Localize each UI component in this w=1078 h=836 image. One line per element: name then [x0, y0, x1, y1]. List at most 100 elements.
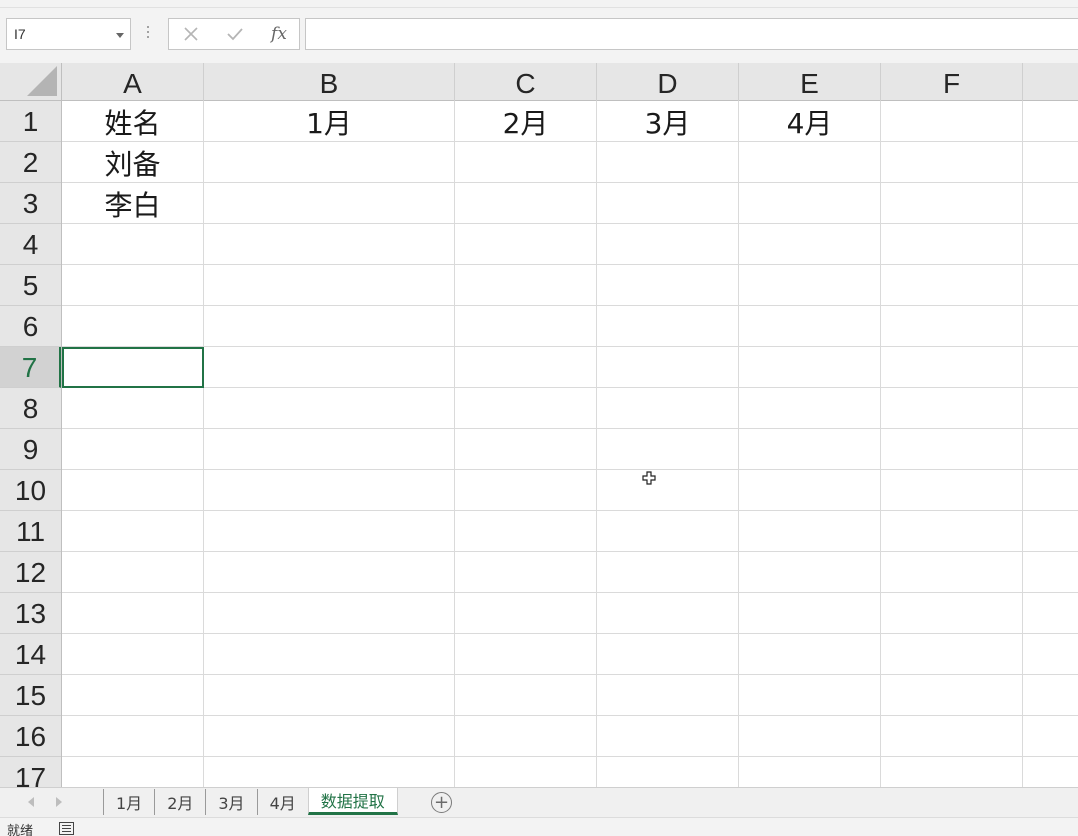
cell[interactable]	[204, 429, 455, 470]
cell[interactable]	[62, 552, 204, 593]
row-header[interactable]: 11	[0, 511, 61, 552]
cell[interactable]	[204, 224, 455, 265]
cell[interactable]	[597, 429, 739, 470]
cell[interactable]	[455, 183, 597, 224]
formula-bar-grip-icon[interactable]	[146, 26, 150, 40]
cell[interactable]	[455, 634, 597, 675]
cell-a1[interactable]: 姓名	[62, 101, 204, 142]
cell[interactable]	[62, 470, 204, 511]
cell[interactable]	[204, 675, 455, 716]
formula-input[interactable]	[305, 18, 1078, 50]
cell[interactable]	[204, 388, 455, 429]
enter-button[interactable]	[217, 19, 253, 49]
cell[interactable]	[597, 347, 739, 388]
cell[interactable]	[1023, 634, 1078, 675]
cell[interactable]	[597, 634, 739, 675]
cell[interactable]	[597, 716, 739, 757]
chevron-down-icon[interactable]	[116, 33, 124, 38]
cell[interactable]	[881, 511, 1023, 552]
name-box[interactable]: I7	[6, 18, 131, 50]
cell[interactable]	[455, 347, 597, 388]
cell[interactable]	[739, 757, 881, 787]
cell[interactable]	[1023, 183, 1078, 224]
sheet-tab-feb[interactable]: 2月	[154, 789, 205, 815]
cell[interactable]	[1023, 224, 1078, 265]
cell[interactable]	[881, 306, 1023, 347]
cell[interactable]	[1023, 757, 1078, 787]
cell[interactable]	[455, 224, 597, 265]
cell[interactable]	[739, 388, 881, 429]
cell[interactable]	[1023, 429, 1078, 470]
cell-a3[interactable]: 李白	[62, 183, 204, 224]
column-header-c[interactable]: C	[455, 63, 597, 101]
cell[interactable]	[597, 552, 739, 593]
cell[interactable]	[455, 675, 597, 716]
cell[interactable]	[62, 716, 204, 757]
row-header[interactable]: 8	[0, 388, 61, 429]
select-all-button[interactable]	[0, 63, 62, 101]
row-header[interactable]: 9	[0, 429, 61, 470]
cell[interactable]	[455, 757, 597, 787]
cell-f1[interactable]	[881, 101, 1023, 142]
cell[interactable]	[597, 511, 739, 552]
cell[interactable]	[739, 347, 881, 388]
cancel-button[interactable]	[173, 19, 209, 49]
cell-b1[interactable]: 1月	[204, 101, 455, 142]
cell-e1[interactable]: 4月	[739, 101, 881, 142]
column-header-f[interactable]: F	[881, 63, 1023, 101]
column-header-b[interactable]: B	[204, 63, 455, 101]
row-header[interactable]: 17	[0, 757, 61, 787]
cell[interactable]	[597, 470, 739, 511]
cell[interactable]	[881, 347, 1023, 388]
cell[interactable]	[739, 552, 881, 593]
column-header-g[interactable]	[1023, 63, 1078, 101]
cell[interactable]	[62, 634, 204, 675]
cell[interactable]	[881, 634, 1023, 675]
cell[interactable]	[1023, 470, 1078, 511]
cell-d1[interactable]: 3月	[597, 101, 739, 142]
sheet-tab-apr[interactable]: 4月	[256, 789, 308, 815]
sheet-tab-mar[interactable]: 3月	[205, 789, 256, 815]
cell[interactable]	[881, 429, 1023, 470]
row-header[interactable]: 14	[0, 634, 61, 675]
cell[interactable]	[455, 470, 597, 511]
cell[interactable]	[204, 347, 455, 388]
cell[interactable]	[739, 142, 881, 183]
cell[interactable]	[881, 388, 1023, 429]
cell[interactable]	[1023, 716, 1078, 757]
row-header[interactable]: 12	[0, 552, 61, 593]
cell[interactable]	[881, 224, 1023, 265]
cell[interactable]	[455, 306, 597, 347]
cell-c1[interactable]: 2月	[455, 101, 597, 142]
row-header[interactable]: 5	[0, 265, 61, 306]
cell[interactable]	[62, 593, 204, 634]
cell-g1[interactable]	[1023, 101, 1078, 142]
cell[interactable]	[62, 511, 204, 552]
cell[interactable]	[62, 265, 204, 306]
cell[interactable]	[204, 470, 455, 511]
cell[interactable]	[881, 265, 1023, 306]
cell[interactable]	[739, 593, 881, 634]
cell[interactable]	[739, 511, 881, 552]
cell[interactable]	[1023, 347, 1078, 388]
cell[interactable]	[62, 224, 204, 265]
cell[interactable]	[881, 552, 1023, 593]
row-header[interactable]: 6	[0, 306, 61, 347]
add-sheet-button[interactable]: +	[431, 792, 452, 813]
row-header[interactable]: 10	[0, 470, 61, 511]
cell[interactable]	[597, 675, 739, 716]
row-header[interactable]: 13	[0, 593, 61, 634]
cell[interactable]	[597, 593, 739, 634]
cell[interactable]	[1023, 593, 1078, 634]
cell[interactable]	[881, 757, 1023, 787]
cell[interactable]	[597, 757, 739, 787]
cell[interactable]	[455, 511, 597, 552]
cell[interactable]	[62, 757, 204, 787]
column-header-e[interactable]: E	[739, 63, 881, 101]
cell[interactable]	[739, 224, 881, 265]
cell[interactable]	[597, 306, 739, 347]
cell[interactable]	[455, 716, 597, 757]
cell[interactable]	[881, 470, 1023, 511]
cell[interactable]	[204, 757, 455, 787]
cell[interactable]	[739, 265, 881, 306]
